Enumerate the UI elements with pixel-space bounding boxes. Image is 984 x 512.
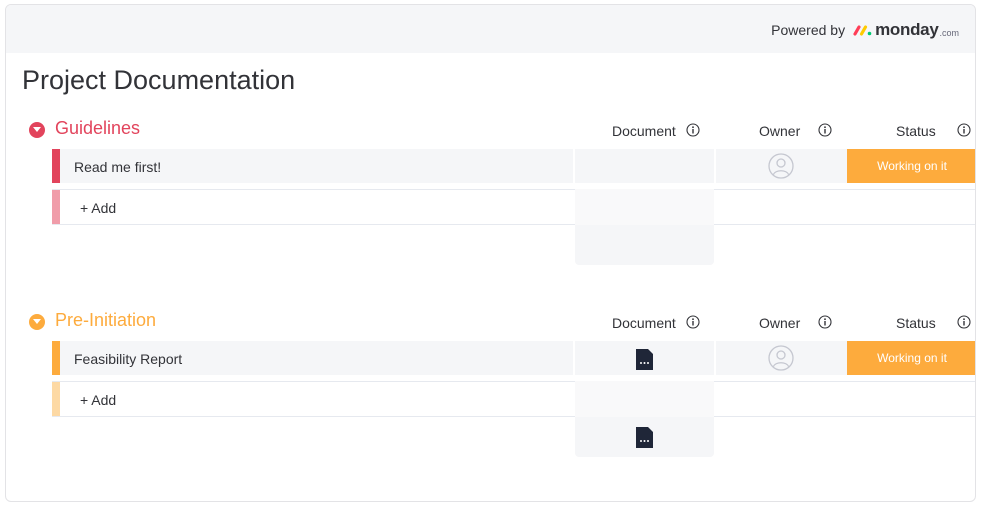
status-cell[interactable]: Working on it (847, 341, 975, 375)
top-bar: Powered by monday .com (6, 5, 975, 53)
owner-cell[interactable] (716, 149, 847, 183)
group-title[interactable]: Pre-Initiation (55, 310, 156, 331)
document-cell[interactable] (575, 341, 714, 375)
document-cell (575, 189, 714, 225)
page-title: Project Documentation (22, 65, 296, 95)
row-color-bar (52, 149, 60, 183)
add-item-row[interactable]: + Add (52, 189, 975, 225)
column-header-document[interactable]: Document (612, 315, 676, 331)
info-icon[interactable] (686, 315, 700, 329)
powered-by-text: Powered by (771, 22, 846, 38)
row-color-bar (52, 190, 60, 224)
person-avatar-icon[interactable] (768, 153, 794, 179)
owner-cell[interactable] (716, 341, 847, 375)
row-color-bar (52, 341, 60, 375)
file-icon[interactable] (636, 427, 653, 448)
add-item-button[interactable]: + Add (80, 392, 116, 408)
column-header-document[interactable]: Document (612, 123, 676, 139)
column-header-status[interactable]: Status (896, 123, 936, 139)
group-header: Pre-Initiation Document Owner Status (6, 307, 975, 337)
item-name-cell[interactable]: Read me first! (60, 149, 573, 183)
group-header: Guidelines Document Owner Status (6, 115, 975, 145)
group-collapse-toggle[interactable] (29, 122, 45, 138)
column-header-owner[interactable]: Owner (759, 315, 800, 331)
item-name-cell[interactable]: Feasibility Report (60, 341, 573, 375)
item-name: Read me first! (74, 159, 162, 175)
info-icon[interactable] (818, 315, 832, 329)
column-header-status[interactable]: Status (896, 315, 936, 331)
info-icon[interactable] (957, 315, 971, 329)
document-summary-cell (575, 417, 714, 457)
add-item-button[interactable]: + Add (80, 200, 116, 216)
board-embed: Powered by monday .com Project Documenta… (5, 4, 976, 502)
monday-logo-icon (853, 25, 872, 36)
status-cell[interactable]: Working on it (847, 149, 975, 183)
info-icon[interactable] (957, 123, 971, 137)
monday-brand-suffix: .com (939, 27, 959, 38)
chevron-down-icon (33, 127, 41, 132)
group-title[interactable]: Guidelines (55, 118, 140, 139)
row-color-bar (52, 382, 60, 416)
file-icon[interactable] (636, 349, 653, 370)
info-icon[interactable] (818, 123, 832, 137)
document-summary-cell (575, 225, 714, 265)
group-collapse-toggle[interactable] (29, 314, 45, 330)
powered-by-badge[interactable]: Powered by monday .com (771, 20, 959, 40)
chevron-down-icon (33, 319, 41, 324)
add-item-row[interactable]: + Add (52, 381, 975, 417)
person-avatar-icon[interactable] (768, 345, 794, 371)
table-row[interactable]: Read me first! Working on it (52, 149, 975, 183)
monday-brand-name: monday (875, 20, 939, 39)
table-row[interactable]: Feasibility Report Working on it (52, 341, 975, 375)
document-cell[interactable] (575, 149, 714, 183)
document-cell (575, 381, 714, 417)
item-name: Feasibility Report (74, 351, 183, 367)
column-header-owner[interactable]: Owner (759, 123, 800, 139)
info-icon[interactable] (686, 123, 700, 137)
